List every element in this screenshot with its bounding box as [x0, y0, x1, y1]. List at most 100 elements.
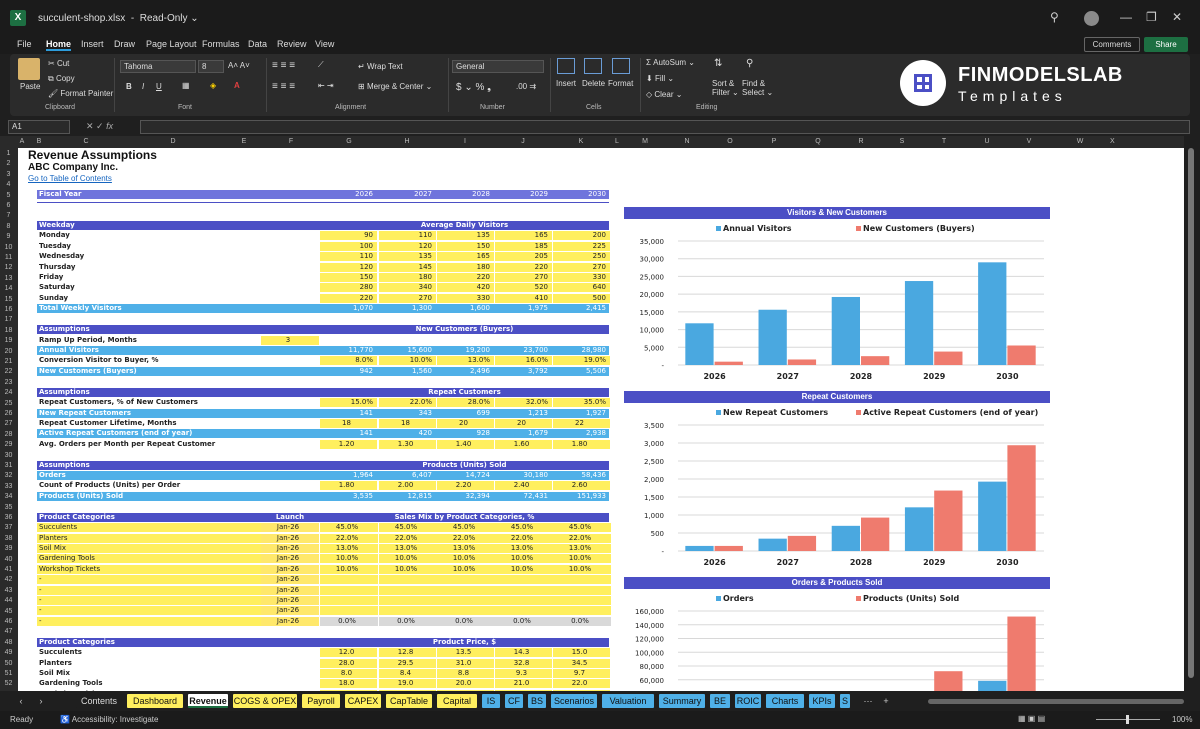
- value-cell[interactable]: 1.60: [495, 439, 552, 449]
- borders-icon[interactable]: ▦: [182, 81, 190, 90]
- value-cell[interactable]: 0.0%: [320, 616, 378, 626]
- value-cell[interactable]: 15.0%: [320, 398, 377, 408]
- value-cell[interactable]: 22.0%: [437, 533, 495, 543]
- value-cell[interactable]: 12.8: [379, 648, 436, 658]
- value-cell[interactable]: 3,535: [320, 492, 377, 501]
- row-header-19[interactable]: 19: [0, 337, 17, 344]
- menu-file[interactable]: File: [17, 39, 32, 49]
- paste-icon[interactable]: [18, 58, 40, 80]
- search-icon[interactable]: ⚲: [1050, 10, 1059, 24]
- launch-cell[interactable]: Jan-26: [261, 564, 319, 574]
- value-cell[interactable]: 10.0%: [495, 564, 553, 574]
- name-box[interactable]: A1: [8, 120, 70, 134]
- zoom-level[interactable]: 100%: [1172, 715, 1192, 724]
- row-header-22[interactable]: 22: [0, 368, 17, 375]
- row-header-33[interactable]: 33: [0, 483, 17, 490]
- value-cell[interactable]: 500: [553, 293, 610, 303]
- value-cell[interactable]: 2,938: [553, 429, 610, 438]
- row-header-35[interactable]: 35: [0, 504, 17, 511]
- menu-data[interactable]: Data: [248, 39, 267, 49]
- row-header-9[interactable]: 9: [0, 233, 17, 240]
- row-label[interactable]: Succulents: [37, 523, 261, 533]
- value-cell[interactable]: 20: [437, 418, 494, 428]
- menu-view[interactable]: View: [315, 39, 334, 49]
- value-cell[interactable]: [495, 575, 553, 585]
- value-cell[interactable]: 22.0%: [553, 533, 611, 543]
- currency-icon[interactable]: $ ⌄ % ❟: [456, 82, 491, 93]
- value-cell[interactable]: 28,980: [553, 346, 610, 355]
- launch-cell[interactable]: Jan-26: [261, 554, 319, 564]
- value-cell[interactable]: 150: [437, 241, 494, 251]
- row-header-41[interactable]: 41: [0, 566, 17, 573]
- value-cell[interactable]: [379, 585, 437, 595]
- value-cell[interactable]: [320, 575, 378, 585]
- column-header-t[interactable]: T: [922, 138, 966, 145]
- row-label[interactable]: Gardening Tools: [37, 554, 261, 564]
- value-cell[interactable]: 45.0%: [320, 523, 378, 533]
- column-header-d[interactable]: D: [120, 138, 226, 145]
- value-cell[interactable]: 18: [379, 418, 436, 428]
- tab-payroll[interactable]: Payroll: [302, 694, 340, 708]
- value-cell[interactable]: 420: [437, 283, 494, 293]
- column-header-w[interactable]: W: [1050, 138, 1110, 145]
- value-cell[interactable]: 15,600: [379, 346, 436, 355]
- indent-icon[interactable]: ⇤ ⇥: [318, 81, 334, 90]
- value-cell[interactable]: [379, 575, 437, 585]
- tab-charts[interactable]: Charts: [766, 694, 804, 708]
- value-cell[interactable]: 30,180: [495, 471, 552, 480]
- menu-home[interactable]: Home: [46, 39, 72, 51]
- value-cell[interactable]: 141: [320, 429, 377, 438]
- column-header-q[interactable]: Q: [796, 138, 840, 145]
- launch-cell[interactable]: Jan-26: [261, 523, 319, 533]
- clear-button[interactable]: ◇ Clear ⌄: [646, 90, 682, 99]
- add-sheet-icon[interactable]: +: [880, 694, 892, 708]
- column-header-p[interactable]: P: [752, 138, 796, 145]
- column-header-a[interactable]: A: [18, 138, 26, 145]
- value-cell[interactable]: 45.0%: [379, 523, 437, 533]
- row-header-11[interactable]: 11: [0, 254, 17, 261]
- row-label[interactable]: -: [37, 606, 261, 616]
- tab-contents[interactable]: Contents: [76, 694, 122, 708]
- column-header-h[interactable]: H: [378, 138, 436, 145]
- row-label[interactable]: Workshop Tickets: [37, 564, 261, 574]
- value-cell[interactable]: [553, 575, 611, 585]
- value-cell[interactable]: 18.0: [320, 679, 377, 689]
- column-header-k[interactable]: K: [552, 138, 610, 145]
- value-cell[interactable]: [437, 606, 495, 616]
- row-header-46[interactable]: 46: [0, 618, 17, 625]
- value-cell[interactable]: 200: [553, 231, 610, 241]
- value-cell[interactable]: 1,070: [320, 304, 377, 313]
- value-cell[interactable]: 2,415: [553, 304, 610, 313]
- value-cell[interactable]: 120: [379, 241, 436, 251]
- value-cell[interactable]: 0.0%: [553, 616, 611, 626]
- value-cell[interactable]: [495, 606, 553, 616]
- row-header-30[interactable]: 30: [0, 452, 17, 459]
- sort-filter-icon[interactable]: ⇅: [714, 58, 722, 69]
- value-cell[interactable]: 10.0%: [379, 564, 437, 574]
- value-cell[interactable]: 280: [320, 283, 377, 293]
- row-header-25[interactable]: 25: [0, 400, 17, 407]
- format-cells-button[interactable]: Format: [608, 79, 633, 88]
- column-header-b[interactable]: B: [26, 138, 52, 145]
- value-cell[interactable]: 22.0%: [495, 533, 553, 543]
- row-header-51[interactable]: 51: [0, 670, 17, 677]
- tab-s[interactable]: S: [840, 694, 850, 708]
- value-cell[interactable]: 13.0%: [379, 543, 437, 553]
- value-cell[interactable]: 165: [495, 231, 552, 241]
- value-cell[interactable]: 9.7: [553, 669, 610, 678]
- row-header-15[interactable]: 15: [0, 296, 17, 303]
- value-cell[interactable]: 22.0: [553, 679, 610, 689]
- value-cell[interactable]: 205: [495, 252, 552, 262]
- value-cell[interactable]: 19.0: [379, 679, 436, 689]
- value-cell[interactable]: 20.0: [437, 679, 494, 689]
- minimize-icon[interactable]: —: [1120, 10, 1132, 24]
- value-cell[interactable]: 45.0%: [437, 523, 495, 533]
- close-icon[interactable]: ✕: [1172, 10, 1182, 24]
- row-header-20[interactable]: 20: [0, 348, 17, 355]
- tab-valuation[interactable]: Valuation: [602, 694, 654, 708]
- value-cell[interactable]: 135: [437, 231, 494, 241]
- value-cell[interactable]: 8.0%: [320, 356, 377, 366]
- value-cell[interactable]: 10.0%: [320, 554, 378, 564]
- value-cell[interactable]: 20: [495, 418, 552, 428]
- value-cell[interactable]: 1.80: [320, 481, 377, 491]
